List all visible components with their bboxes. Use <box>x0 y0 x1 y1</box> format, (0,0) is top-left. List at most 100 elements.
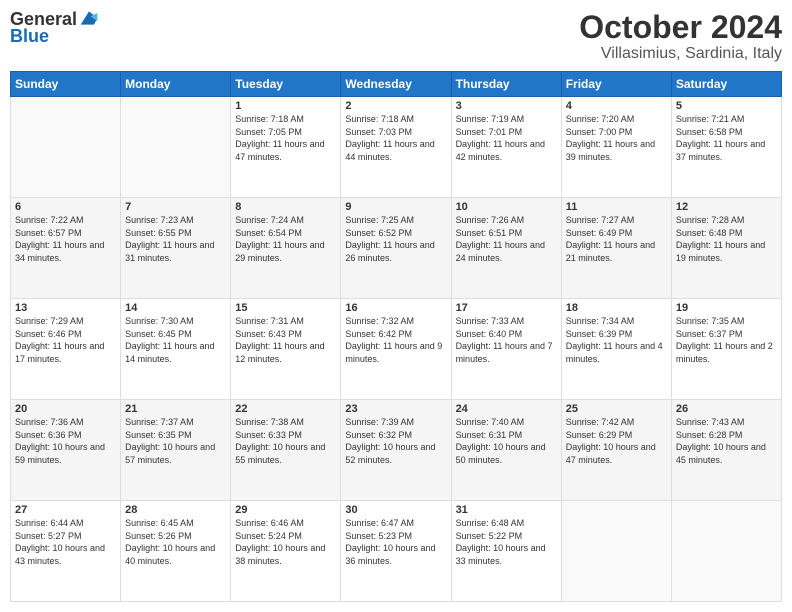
calendar-cell: 24Sunrise: 7:40 AM Sunset: 6:31 PM Dayli… <box>451 400 561 501</box>
calendar-week-4: 27Sunrise: 6:44 AM Sunset: 5:27 PM Dayli… <box>11 501 782 602</box>
day-info: Sunrise: 7:23 AM Sunset: 6:55 PM Dayligh… <box>125 214 226 264</box>
day-number: 10 <box>456 201 557 213</box>
day-info: Sunrise: 7:20 AM Sunset: 7:00 PM Dayligh… <box>566 113 667 163</box>
calendar-cell: 25Sunrise: 7:42 AM Sunset: 6:29 PM Dayli… <box>561 400 671 501</box>
day-info: Sunrise: 7:34 AM Sunset: 6:39 PM Dayligh… <box>566 315 667 365</box>
calendar-cell: 15Sunrise: 7:31 AM Sunset: 6:43 PM Dayli… <box>231 299 341 400</box>
day-number: 8 <box>235 201 336 213</box>
day-info: Sunrise: 7:18 AM Sunset: 7:05 PM Dayligh… <box>235 113 336 163</box>
calendar-cell <box>11 97 121 198</box>
day-number: 20 <box>15 403 116 415</box>
day-info: Sunrise: 6:46 AM Sunset: 5:24 PM Dayligh… <box>235 517 336 567</box>
day-info: Sunrise: 7:26 AM Sunset: 6:51 PM Dayligh… <box>456 214 557 264</box>
day-info: Sunrise: 7:25 AM Sunset: 6:52 PM Dayligh… <box>345 214 446 264</box>
calendar-cell: 6Sunrise: 7:22 AM Sunset: 6:57 PM Daylig… <box>11 198 121 299</box>
day-number: 31 <box>456 504 557 516</box>
day-number: 4 <box>566 100 667 112</box>
day-number: 17 <box>456 302 557 314</box>
calendar-cell: 7Sunrise: 7:23 AM Sunset: 6:55 PM Daylig… <box>121 198 231 299</box>
logo: General Blue <box>10 10 99 47</box>
header-thursday: Thursday <box>451 72 561 97</box>
calendar-cell: 4Sunrise: 7:20 AM Sunset: 7:00 PM Daylig… <box>561 97 671 198</box>
calendar-cell: 30Sunrise: 6:47 AM Sunset: 5:23 PM Dayli… <box>341 501 451 602</box>
day-info: Sunrise: 7:24 AM Sunset: 6:54 PM Dayligh… <box>235 214 336 264</box>
logo-icon <box>79 8 99 28</box>
day-number: 30 <box>345 504 446 516</box>
day-number: 12 <box>676 201 777 213</box>
day-number: 16 <box>345 302 446 314</box>
calendar-cell: 22Sunrise: 7:38 AM Sunset: 6:33 PM Dayli… <box>231 400 341 501</box>
header-wednesday: Wednesday <box>341 72 451 97</box>
day-number: 25 <box>566 403 667 415</box>
calendar-cell: 28Sunrise: 6:45 AM Sunset: 5:26 PM Dayli… <box>121 501 231 602</box>
day-number: 24 <box>456 403 557 415</box>
day-number: 21 <box>125 403 226 415</box>
header-saturday: Saturday <box>671 72 781 97</box>
calendar-cell: 31Sunrise: 6:48 AM Sunset: 5:22 PM Dayli… <box>451 501 561 602</box>
calendar-cell: 8Sunrise: 7:24 AM Sunset: 6:54 PM Daylig… <box>231 198 341 299</box>
calendar-cell: 16Sunrise: 7:32 AM Sunset: 6:42 PM Dayli… <box>341 299 451 400</box>
calendar-cell: 13Sunrise: 7:29 AM Sunset: 6:46 PM Dayli… <box>11 299 121 400</box>
day-number: 11 <box>566 201 667 213</box>
day-number: 22 <box>235 403 336 415</box>
day-info: Sunrise: 7:18 AM Sunset: 7:03 PM Dayligh… <box>345 113 446 163</box>
day-number: 7 <box>125 201 226 213</box>
calendar-cell <box>671 501 781 602</box>
calendar-header-row: Sunday Monday Tuesday Wednesday Thursday… <box>11 72 782 97</box>
calendar-cell: 18Sunrise: 7:34 AM Sunset: 6:39 PM Dayli… <box>561 299 671 400</box>
day-number: 1 <box>235 100 336 112</box>
header: General Blue October 2024 Villasimius, S… <box>10 10 782 63</box>
day-info: Sunrise: 7:40 AM Sunset: 6:31 PM Dayligh… <box>456 416 557 466</box>
day-number: 23 <box>345 403 446 415</box>
header-friday: Friday <box>561 72 671 97</box>
day-number: 28 <box>125 504 226 516</box>
page-subtitle: Villasimius, Sardinia, Italy <box>579 45 782 63</box>
day-number: 2 <box>345 100 446 112</box>
calendar-cell: 11Sunrise: 7:27 AM Sunset: 6:49 PM Dayli… <box>561 198 671 299</box>
day-info: Sunrise: 7:30 AM Sunset: 6:45 PM Dayligh… <box>125 315 226 365</box>
day-info: Sunrise: 7:21 AM Sunset: 6:58 PM Dayligh… <box>676 113 777 163</box>
day-info: Sunrise: 7:29 AM Sunset: 6:46 PM Dayligh… <box>15 315 116 365</box>
calendar-cell: 26Sunrise: 7:43 AM Sunset: 6:28 PM Dayli… <box>671 400 781 501</box>
day-number: 9 <box>345 201 446 213</box>
page-title: October 2024 <box>579 10 782 45</box>
calendar-cell: 10Sunrise: 7:26 AM Sunset: 6:51 PM Dayli… <box>451 198 561 299</box>
day-info: Sunrise: 7:22 AM Sunset: 6:57 PM Dayligh… <box>15 214 116 264</box>
day-info: Sunrise: 7:35 AM Sunset: 6:37 PM Dayligh… <box>676 315 777 365</box>
calendar-cell <box>561 501 671 602</box>
day-number: 15 <box>235 302 336 314</box>
calendar-cell: 1Sunrise: 7:18 AM Sunset: 7:05 PM Daylig… <box>231 97 341 198</box>
calendar-week-1: 6Sunrise: 7:22 AM Sunset: 6:57 PM Daylig… <box>11 198 782 299</box>
day-info: Sunrise: 7:28 AM Sunset: 6:48 PM Dayligh… <box>676 214 777 264</box>
calendar-cell: 12Sunrise: 7:28 AM Sunset: 6:48 PM Dayli… <box>671 198 781 299</box>
header-monday: Monday <box>121 72 231 97</box>
day-info: Sunrise: 6:45 AM Sunset: 5:26 PM Dayligh… <box>125 517 226 567</box>
day-info: Sunrise: 7:37 AM Sunset: 6:35 PM Dayligh… <box>125 416 226 466</box>
calendar-cell: 19Sunrise: 7:35 AM Sunset: 6:37 PM Dayli… <box>671 299 781 400</box>
day-info: Sunrise: 7:33 AM Sunset: 6:40 PM Dayligh… <box>456 315 557 365</box>
day-info: Sunrise: 6:48 AM Sunset: 5:22 PM Dayligh… <box>456 517 557 567</box>
day-number: 29 <box>235 504 336 516</box>
calendar-week-0: 1Sunrise: 7:18 AM Sunset: 7:05 PM Daylig… <box>11 97 782 198</box>
calendar-cell: 5Sunrise: 7:21 AM Sunset: 6:58 PM Daylig… <box>671 97 781 198</box>
day-info: Sunrise: 7:42 AM Sunset: 6:29 PM Dayligh… <box>566 416 667 466</box>
day-info: Sunrise: 7:31 AM Sunset: 6:43 PM Dayligh… <box>235 315 336 365</box>
calendar-cell: 23Sunrise: 7:39 AM Sunset: 6:32 PM Dayli… <box>341 400 451 501</box>
day-number: 18 <box>566 302 667 314</box>
calendar-cell: 9Sunrise: 7:25 AM Sunset: 6:52 PM Daylig… <box>341 198 451 299</box>
header-sunday: Sunday <box>11 72 121 97</box>
day-info: Sunrise: 7:43 AM Sunset: 6:28 PM Dayligh… <box>676 416 777 466</box>
calendar-week-3: 20Sunrise: 7:36 AM Sunset: 6:36 PM Dayli… <box>11 400 782 501</box>
day-info: Sunrise: 7:19 AM Sunset: 7:01 PM Dayligh… <box>456 113 557 163</box>
day-number: 3 <box>456 100 557 112</box>
calendar-cell <box>121 97 231 198</box>
calendar-cell: 21Sunrise: 7:37 AM Sunset: 6:35 PM Dayli… <box>121 400 231 501</box>
page: General Blue October 2024 Villasimius, S… <box>0 0 792 612</box>
calendar-cell: 17Sunrise: 7:33 AM Sunset: 6:40 PM Dayli… <box>451 299 561 400</box>
calendar-cell: 14Sunrise: 7:30 AM Sunset: 6:45 PM Dayli… <box>121 299 231 400</box>
day-number: 6 <box>15 201 116 213</box>
day-number: 14 <box>125 302 226 314</box>
title-block: October 2024 Villasimius, Sardinia, Ital… <box>579 10 782 63</box>
calendar-week-2: 13Sunrise: 7:29 AM Sunset: 6:46 PM Dayli… <box>11 299 782 400</box>
day-number: 13 <box>15 302 116 314</box>
